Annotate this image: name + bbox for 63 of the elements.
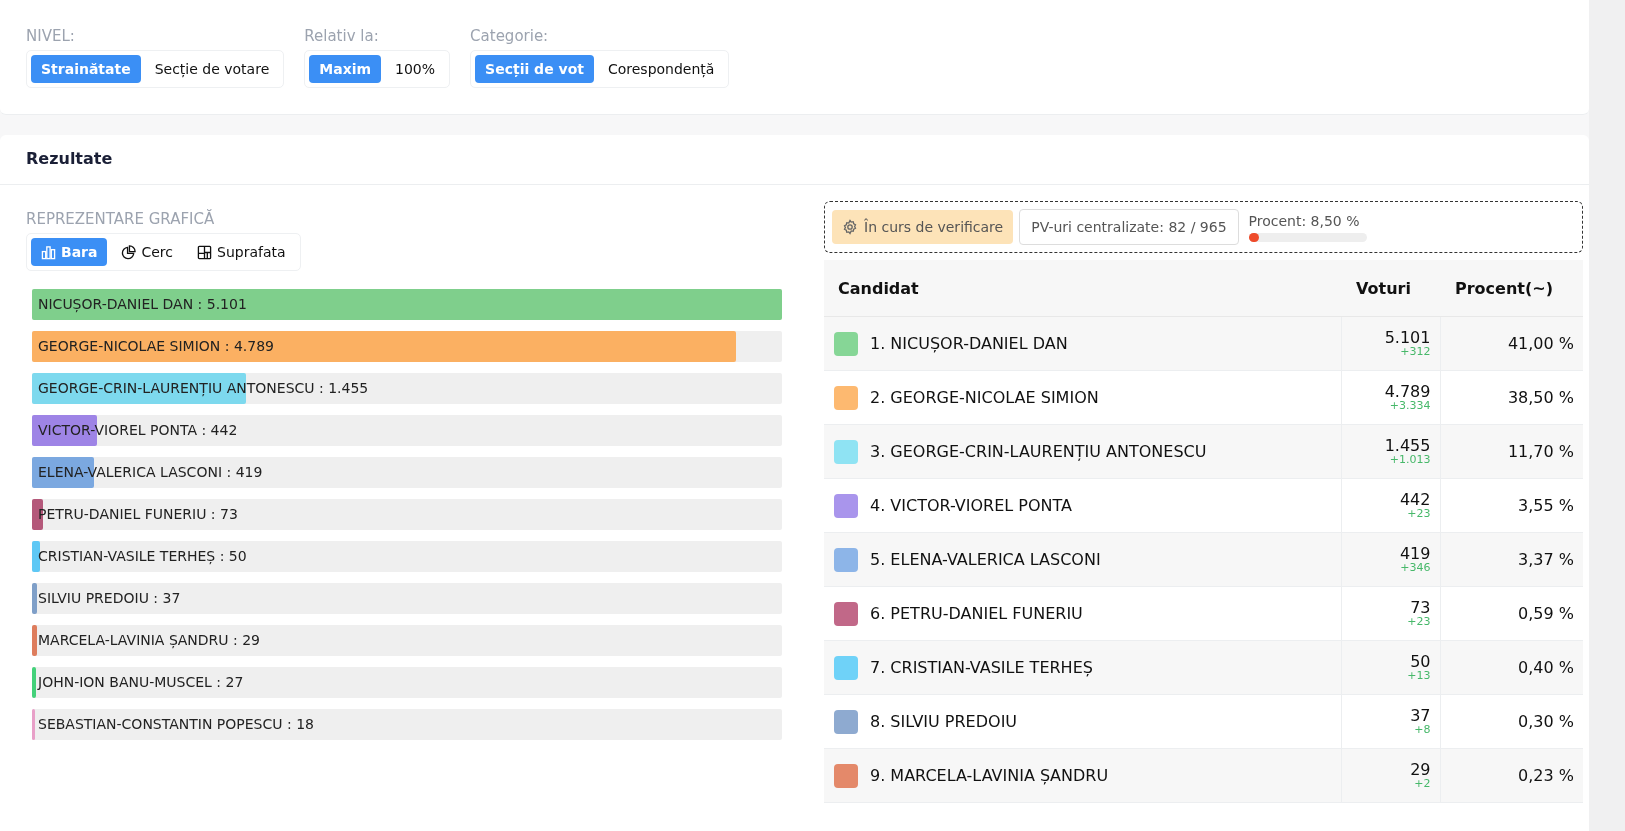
percent-value: 0,23 % xyxy=(1518,766,1574,785)
vote-count: 5.101 xyxy=(1383,329,1431,346)
bar-label: JOHN-ION BANU-MUSCEL : 27 xyxy=(36,674,244,690)
toggle-button[interactable]: 100% xyxy=(385,55,446,83)
column-header: Candidat xyxy=(824,260,1342,317)
vote-count: 1.455 xyxy=(1383,437,1431,454)
percent-value: 0,40 % xyxy=(1518,658,1574,677)
vote-count: 419 xyxy=(1398,545,1431,562)
vote-count: 50 xyxy=(1409,653,1431,670)
status-badge: În curs de verificare xyxy=(832,210,1014,244)
vote-change: +3.334 xyxy=(1388,400,1431,412)
percent-value: 0,59 % xyxy=(1518,604,1574,623)
vote-count: 37 xyxy=(1409,707,1431,724)
column-header: Voturi xyxy=(1342,260,1441,317)
vote-change: +312 xyxy=(1399,346,1431,358)
candidate-name: 5. ELENA-VALERICA LASCONI xyxy=(870,550,1101,569)
section-title: Rezultate xyxy=(0,135,1589,185)
bar-label: NICUȘOR-DANIEL DAN : 5.101 xyxy=(37,296,247,312)
candidate-name: 2. GEORGE-NICOLAE SIMION xyxy=(870,388,1099,407)
group-label: Relativ la: xyxy=(304,26,380,46)
vote-count: 29 xyxy=(1409,761,1431,778)
bar-label: MARCELA-LAVINIA ȘANDRU : 29 xyxy=(37,632,260,648)
vote-change: +23 xyxy=(1406,616,1431,628)
vote-count: 4.789 xyxy=(1383,383,1431,400)
toggle-button[interactable]: Secție de votare xyxy=(144,55,280,83)
vote-count: 442 xyxy=(1398,491,1431,508)
counter-label: PV-uri centralizate: 82 / 965 xyxy=(1019,209,1239,245)
bar-label: VICTOR-VIOREL PONTA : 442 xyxy=(37,422,238,438)
group-label: REPREZENTARE GRAFICĂ xyxy=(26,209,216,229)
layout-grid-icon xyxy=(197,244,213,260)
vote-change: +23 xyxy=(1406,508,1431,520)
percent-value: 3,37 % xyxy=(1518,550,1574,569)
percent-value: 0,30 % xyxy=(1518,712,1574,731)
vote-change: +2 xyxy=(1413,778,1431,790)
candidate-name: 9. MARCELA-LAVINIA ȘANDRU xyxy=(870,766,1109,785)
column-header: Procent(~) xyxy=(1441,260,1583,317)
gear-icon xyxy=(842,219,858,235)
candidate-name: 3. GEORGE-CRIN-LAURENȚIU ANTONESCU xyxy=(870,442,1207,461)
bar-label: SEBASTIAN-CONSTANTIN POPESCU : 18 xyxy=(37,716,314,732)
toggle-button[interactable]: Cerc xyxy=(111,238,184,266)
vote-change: +13 xyxy=(1406,670,1431,682)
candidate-name: 1. NICUȘOR-DANIEL DAN xyxy=(870,334,1068,353)
candidate-name: 6. PETRU-DANIEL FUNERIU xyxy=(870,604,1083,623)
pie-chart-icon xyxy=(121,244,137,260)
percent-value: 11,70 % xyxy=(1507,442,1574,461)
toggle-button[interactable]: Suprafata xyxy=(187,238,296,266)
percent-value: 41,00 % xyxy=(1507,334,1574,353)
percent-value: 3,55 % xyxy=(1518,496,1574,515)
toggle-button[interactable]: Corespondență xyxy=(597,55,725,83)
candidate-name: 7. CRISTIAN-VASILE TERHEȘ xyxy=(870,658,1093,677)
percent-value: 38,50 % xyxy=(1507,388,1574,407)
vote-change: +346 xyxy=(1399,562,1431,574)
group-label: Categorie: xyxy=(470,26,550,46)
candidate-name: 8. SILVIU PREDOIU xyxy=(870,712,1018,731)
bar-chart-icon xyxy=(41,244,56,260)
vote-change: +8 xyxy=(1413,724,1431,736)
candidate-name: 4. VICTOR-VIOREL PONTA xyxy=(870,496,1073,515)
bar-label: GEORGE-NICOLAE SIMION : 4.789 xyxy=(37,338,274,354)
vote-count: 73 xyxy=(1409,599,1431,616)
group-label: NIVEL: xyxy=(26,26,76,46)
progress-label: Procent: 8,50 % xyxy=(1248,212,1361,229)
vote-change: +1.013 xyxy=(1388,454,1431,466)
bar-label: SILVIU PREDOIU : 37 xyxy=(37,590,181,606)
